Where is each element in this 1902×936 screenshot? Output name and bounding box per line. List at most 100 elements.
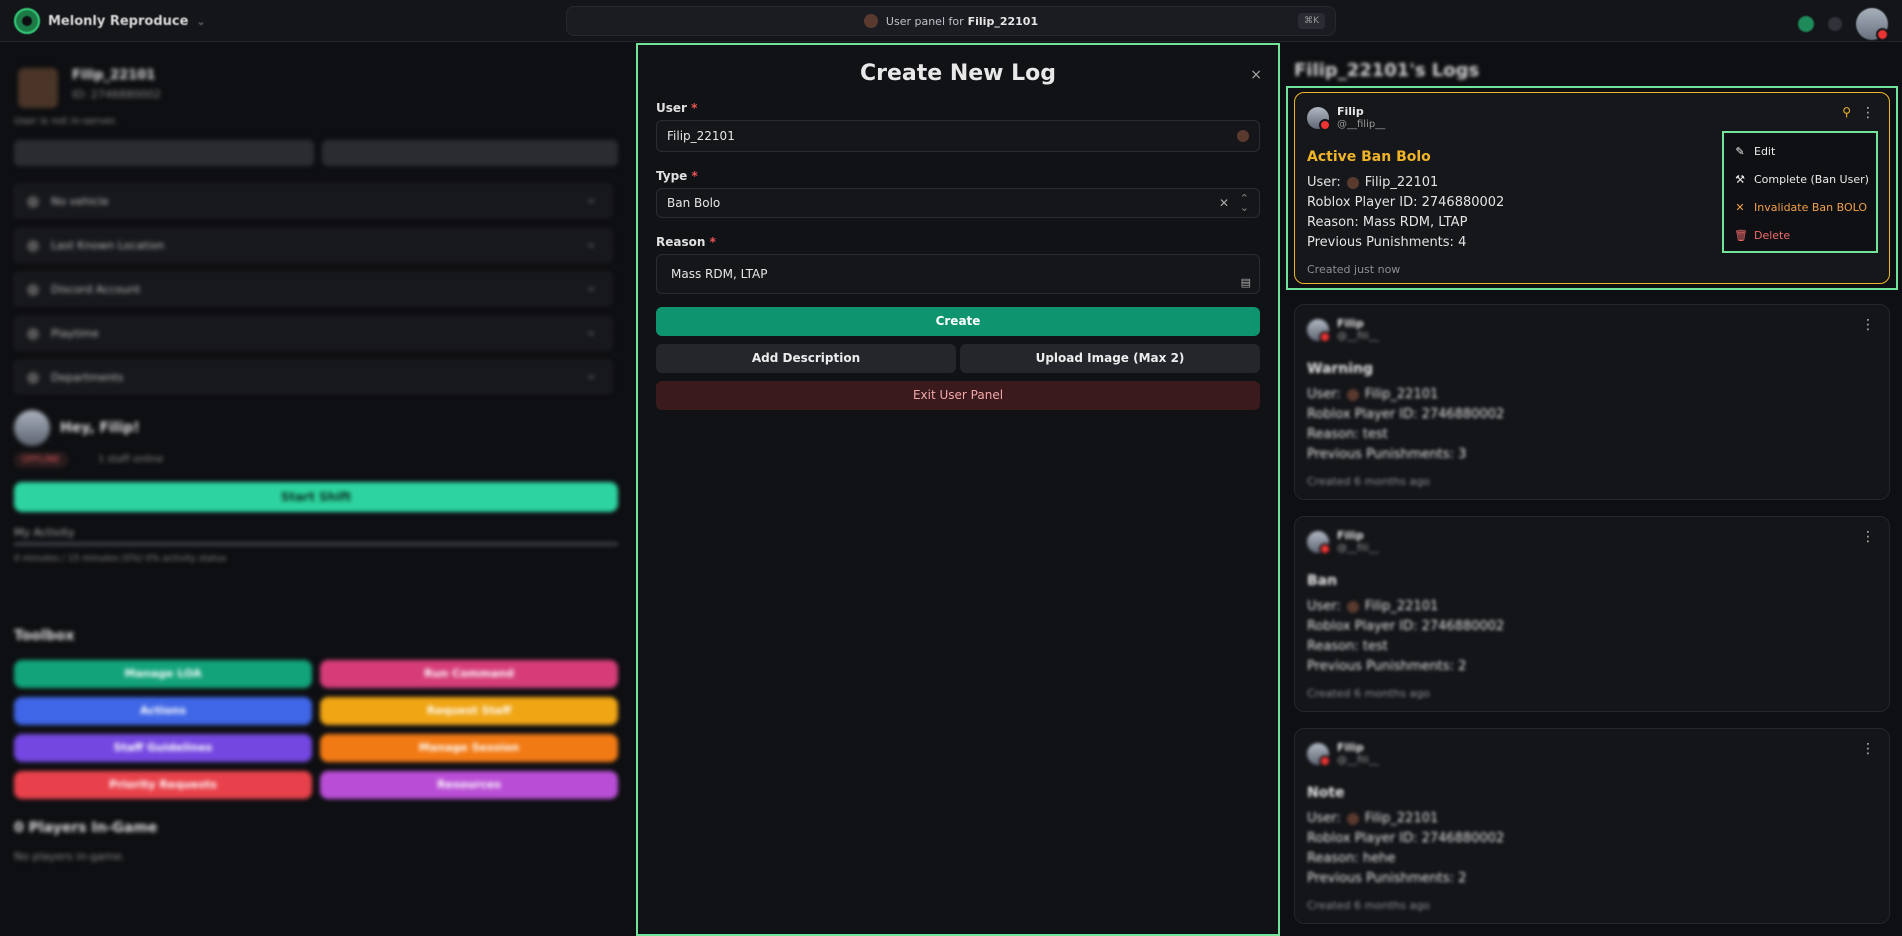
book-icon[interactable]: ▤ <box>1241 276 1251 289</box>
upload-image-button[interactable]: Upload Image (Max 2) <box>960 344 1260 373</box>
accordion-vehicle[interactable]: No vehicle <box>14 184 612 218</box>
search-text: User panel for <box>885 14 964 28</box>
reason-label: Reason * <box>656 235 716 249</box>
menu-item-complete[interactable]: ⚒ Complete (Ban User) <box>1734 173 1869 186</box>
account-avatar[interactable] <box>1856 8 1889 41</box>
actions-button[interactable]: Actions <box>14 697 312 725</box>
user-avatar-icon <box>1237 130 1249 142</box>
accordion-playtime[interactable]: Playtime <box>14 316 612 350</box>
log-user: User: Filip_22101 <box>1307 175 1439 190</box>
more-options-icon[interactable]: ⋮ <box>1861 529 1875 545</box>
close-icon[interactable]: × <box>1250 67 1262 83</box>
author-name: Filip <box>1337 317 1364 330</box>
search-user: Filip_22101 <box>967 14 1039 28</box>
more-options-icon[interactable]: ⋮ <box>1861 105 1875 121</box>
x-icon: ✕ <box>1735 201 1745 214</box>
author-handle: @__fili__ <box>1337 755 1379 766</box>
author-avatar <box>1307 743 1331 767</box>
chevron-down-icon: ⌄ <box>196 14 206 28</box>
log-created: Created just now <box>1307 263 1401 276</box>
gavel-icon: ⚒ <box>1735 173 1745 186</box>
request-staff-button[interactable]: Request Staff <box>320 697 618 725</box>
more-options-icon[interactable]: ⋮ <box>1861 741 1875 757</box>
activity-progress <box>14 542 618 546</box>
menu-item-invalidate[interactable]: ✕ Invalidate Ban BOLO <box>1734 201 1867 214</box>
manage-session-button[interactable]: Manage Session <box>320 734 618 762</box>
log-roblox-id: Roblox Player ID: 2746880002 <box>1307 831 1505 846</box>
create-button[interactable]: Create <box>656 307 1260 336</box>
log-context-menu: ✎ Edit ⚒ Complete (Ban User) ✕ Invalidat… <box>1722 131 1878 253</box>
left-panel: Filip_22101 ID: 2746880002 User is not i… <box>0 42 634 936</box>
trash-icon: 🗑 <box>1734 229 1748 242</box>
author-name: Filip <box>1337 741 1364 754</box>
reason-textarea[interactable]: Mass RDM, LTAP ▤ <box>656 254 1260 294</box>
resources-button[interactable]: Resources <box>320 771 618 799</box>
log-created: Created 6 months ago <box>1307 899 1430 912</box>
greeting: Hey, Filip! <box>60 420 140 436</box>
log-title: Note <box>1307 785 1345 801</box>
profile-name: Filip_22101 <box>72 68 156 83</box>
staff-avatar <box>14 410 50 446</box>
profile-avatar <box>18 68 58 108</box>
log-roblox-id: Roblox Player ID: 2746880002 <box>1307 407 1505 422</box>
user-field-value: Filip_22101 <box>667 129 735 143</box>
log-title: Warning <box>1307 361 1374 377</box>
manage-loa-button[interactable]: Manage LOA <box>14 660 312 688</box>
start-shift-button[interactable]: Start Shift <box>14 482 618 512</box>
log-created: Created 6 months ago <box>1307 475 1430 488</box>
add-description-button[interactable]: Add Description <box>656 344 956 373</box>
notification-bell-icon[interactable] <box>1828 17 1842 31</box>
log-reason: Reason: hehe <box>1307 851 1396 866</box>
more-options-icon[interactable]: ⋮ <box>1861 317 1875 333</box>
brand-logo <box>14 8 40 34</box>
discord-button[interactable] <box>14 140 314 166</box>
log-card[interactable]: Filip @__fili__ Warning User: Filip_22101… <box>1294 304 1890 500</box>
accordion-discord[interactable]: Discord Account <box>14 272 612 306</box>
priority-requests-button[interactable]: Priority Requests <box>14 771 312 799</box>
staff-guidelines-button[interactable]: Staff Guidelines <box>14 734 312 762</box>
log-roblox-id: Roblox Player ID: 2746880002 <box>1307 195 1505 210</box>
server-switcher[interactable]: Melonly Reproduce ⌄ <box>14 8 206 34</box>
log-punishments: Previous Punishments: 2 <box>1307 871 1467 886</box>
no-players-text: No players in-game. <box>14 850 125 863</box>
log-card[interactable]: Filip @__fili__ Note User: Filip_22101 Ro… <box>1294 728 1890 924</box>
menu-item-delete[interactable]: 🗑 Delete <box>1734 229 1790 242</box>
clear-icon[interactable]: ✕ <box>1219 196 1229 210</box>
type-select[interactable]: Ban Bolo ✕ ⌃ ⌄ <box>656 188 1260 218</box>
user-avatar-icon <box>863 14 878 28</box>
author-handle: @__filip__ <box>1337 119 1386 130</box>
pin-icon[interactable]: ⚲ <box>1842 105 1851 119</box>
brand-name: Melonly Reproduce <box>48 13 189 29</box>
log-user: User: Filip_22101 <box>1307 811 1439 826</box>
menu-item-edit[interactable]: ✎ Edit <box>1734 145 1775 158</box>
accordion-location[interactable]: Last Known Location <box>14 228 612 262</box>
log-user: User: Filip_22101 <box>1307 387 1439 402</box>
profile-id: ID: 2746880002 <box>72 88 161 101</box>
log-card[interactable]: Filip @__fili__ Ban User: Filip_22101 Rob… <box>1294 516 1890 712</box>
log-created: Created 6 months ago <box>1307 687 1430 700</box>
toolbox-title: Toolbox <box>14 628 75 644</box>
search-bar[interactable]: User panel for Filip_22101 ⌘K <box>566 6 1336 36</box>
top-bar: Melonly Reproduce ⌄ User panel for Filip… <box>0 0 1902 42</box>
author-name: Filip <box>1337 529 1364 542</box>
server-status: User is not in-server. <box>14 116 118 127</box>
log-title: Ban <box>1307 573 1338 589</box>
log-punishments: Previous Punishments: 4 <box>1307 235 1467 250</box>
author-avatar <box>1307 107 1331 131</box>
logs-title: Filip_22101's Logs <box>1294 60 1480 81</box>
type-label: Type * <box>656 169 698 183</box>
exit-user-panel-button[interactable]: Exit User Panel <box>656 381 1260 410</box>
status-icon[interactable] <box>1798 16 1814 32</box>
author-avatar <box>1307 319 1331 343</box>
log-reason: Reason: test <box>1307 427 1388 442</box>
players-title: 0 Players In-Game <box>14 820 158 836</box>
author-avatar <box>1307 531 1331 555</box>
pencil-icon: ✎ <box>1735 145 1745 158</box>
user-field[interactable]: Filip_22101 <box>656 120 1260 152</box>
run-command-button[interactable]: Run Command <box>320 660 618 688</box>
stats-button[interactable] <box>322 140 618 166</box>
activity-label: My Activity <box>14 526 75 539</box>
accordion-departments[interactable]: Departments <box>14 360 612 394</box>
log-roblox-id: Roblox Player ID: 2746880002 <box>1307 619 1505 634</box>
modal-title: Create New Log <box>859 61 1057 86</box>
